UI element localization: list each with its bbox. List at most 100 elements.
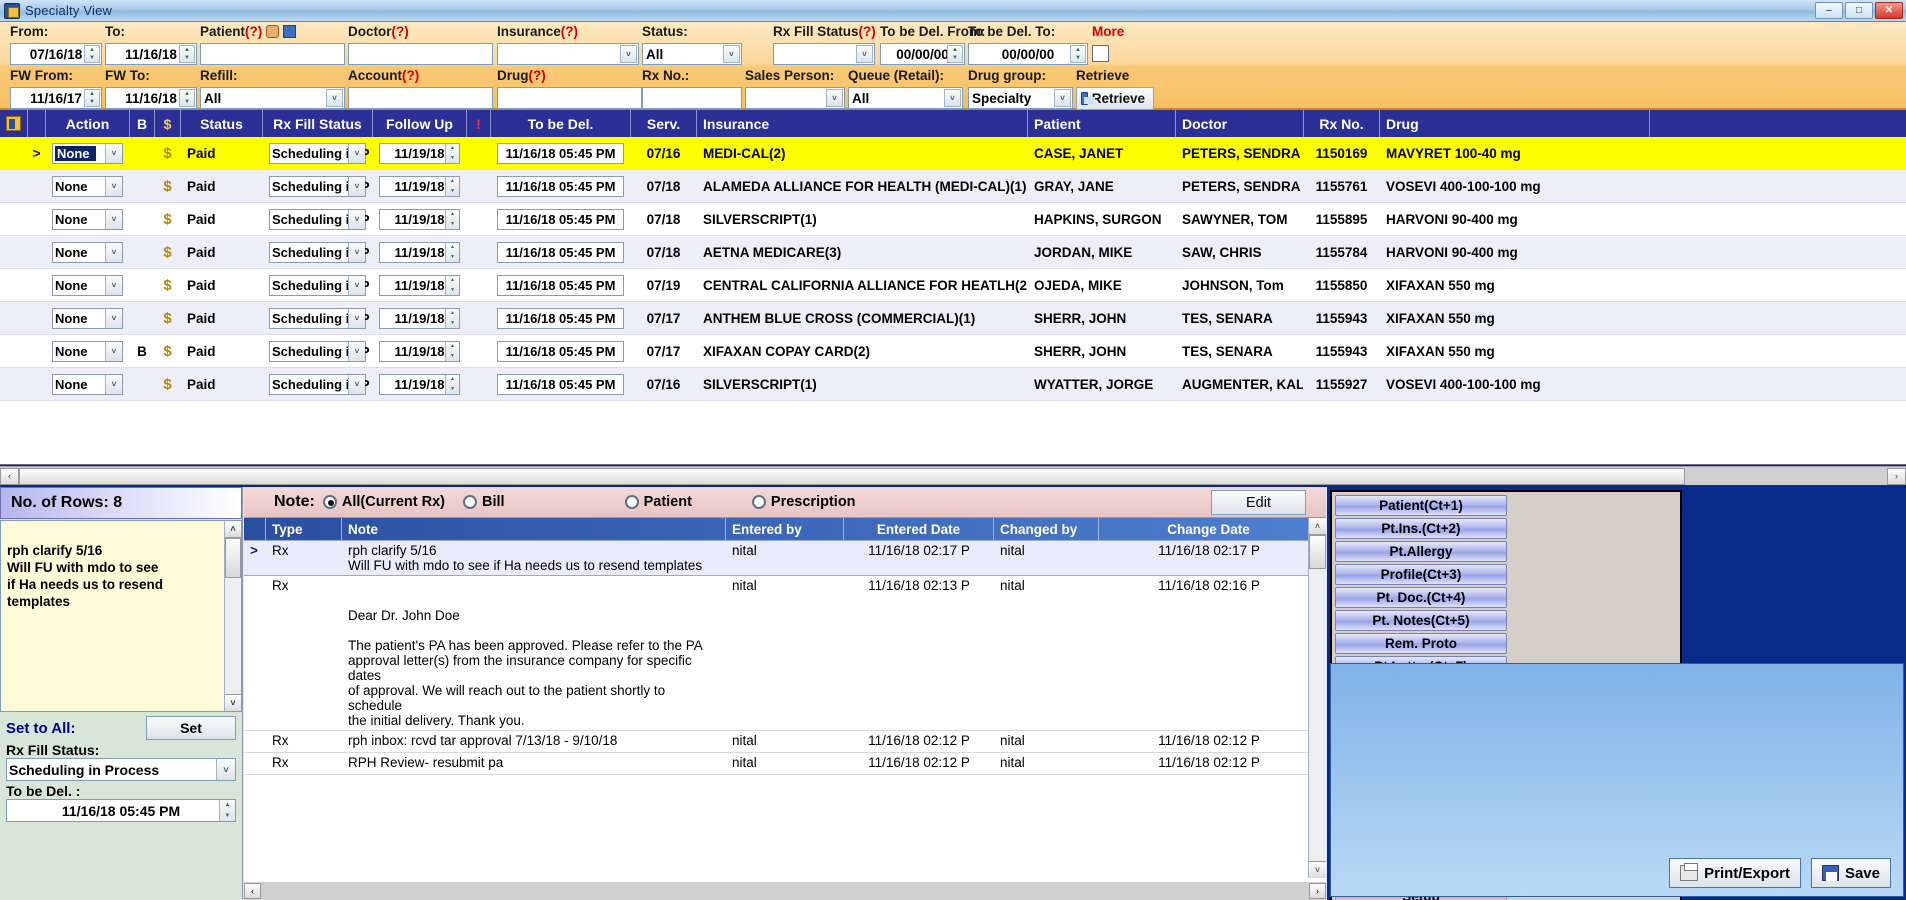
rx-fill-status-select[interactable]: Scheduling in P˅ <box>269 143 366 164</box>
spinner-icon[interactable]: ▲▼ <box>445 177 459 196</box>
to-be-del-date[interactable]: 11/16/18 05:45 PM <box>497 341 624 362</box>
spinner-icon[interactable]: ▲▼ <box>445 210 459 229</box>
action-select[interactable]: None˅ <box>52 176 123 197</box>
table-row[interactable]: None˅B$PaidScheduling in P˅11/19/18▲▼11/… <box>0 335 1906 368</box>
chevron-down-icon[interactable]: ˅ <box>348 309 365 328</box>
follow-up-date[interactable]: 11/19/18▲▼ <box>379 275 460 296</box>
to-be-del-date[interactable]: 11/16/18 05:45 PM <box>497 308 624 329</box>
rx-fill-status-select[interactable]: Scheduling in P˅ <box>269 275 366 296</box>
close-button[interactable]: ✕ <box>1875 2 1903 19</box>
grid-header-drug[interactable]: Drug <box>1380 110 1650 137</box>
radio-icon[interactable] <box>625 495 639 509</box>
to-be-del-date[interactable]: 11/16/18 05:45 PM <box>497 275 624 296</box>
follow-up-date[interactable]: 11/19/18▲▼ <box>379 341 460 362</box>
grid-header-rx-fill-status[interactable]: Rx Fill Status <box>263 110 373 137</box>
follow-up-date[interactable]: 11/19/18▲▼ <box>379 209 460 230</box>
note-filter-prescription[interactable]: Prescription <box>752 494 856 510</box>
spinner-icon[interactable]: ▲▼ <box>1070 45 1086 63</box>
note-row[interactable]: Rx Dear Dr. John Doe The patient's PA ha… <box>244 576 1326 731</box>
chevron-down-icon[interactable]: ˅ <box>105 375 122 394</box>
radio-icon[interactable] <box>463 495 477 509</box>
filter-refill-input[interactable]: All˅ <box>200 87 345 109</box>
button-pt-ins-ct2[interactable]: Pt.Ins.(Ct+2) <box>1335 518 1507 539</box>
to-be-del-date[interactable]: 11/16/18 05:45 PM <box>497 209 624 230</box>
follow-up-date[interactable]: 11/19/18▲▼ <box>379 176 460 197</box>
chevron-down-icon[interactable]: ˅ <box>105 144 122 163</box>
chevron-down-icon[interactable]: ˅ <box>105 243 122 262</box>
spinner-icon[interactable]: ▲▼ <box>445 144 459 163</box>
retrieve-button[interactable]: Retrieve <box>1076 87 1154 110</box>
table-row[interactable]: None˅$PaidScheduling in P˅11/19/18▲▼11/1… <box>0 170 1906 203</box>
maximize-button[interactable]: □ <box>1845 2 1873 19</box>
chevron-down-icon[interactable]: ˅ <box>1054 89 1071 107</box>
action-select[interactable]: None˅ <box>52 374 123 395</box>
table-row[interactable]: None˅$PaidScheduling in P˅11/19/18▲▼11/1… <box>0 236 1906 269</box>
grid-header-serv[interactable]: Serv. <box>631 110 697 137</box>
rx-fill-status-select[interactable]: Scheduling in P˅ <box>269 308 366 329</box>
rx-fill-status-select[interactable]: Scheduling in P˅ <box>269 242 366 263</box>
filter-fw-to-input[interactable]: 11/16/18▲▼ <box>105 87 197 109</box>
table-row[interactable]: None˅$PaidScheduling in P˅11/19/18▲▼11/1… <box>0 368 1906 401</box>
set-rx-fill-status-select[interactable]: Scheduling in Process ˅ <box>6 758 236 781</box>
chevron-down-icon[interactable]: ˅ <box>105 276 122 295</box>
spinner-icon[interactable]: ▲▼ <box>947 45 963 63</box>
filter-queue-retail-input[interactable]: All˅ <box>848 87 963 109</box>
filter-sales-person-input[interactable]: ˅ <box>745 87 845 109</box>
button-pt-allergy[interactable]: Pt.Allergy <box>1335 541 1507 562</box>
filter-status-input[interactable]: All˅ <box>642 43 742 65</box>
rx-fill-status-select[interactable]: Scheduling in P˅ <box>269 209 366 230</box>
filter-from-input[interactable]: 07/16/18▲▼ <box>10 43 102 65</box>
follow-up-date[interactable]: 11/19/18▲▼ <box>379 242 460 263</box>
button-profile-ct3[interactable]: Profile(Ct+3) <box>1335 564 1507 585</box>
radio-icon[interactable] <box>752 495 766 509</box>
table-row[interactable]: None˅$PaidScheduling in P˅11/19/18▲▼11/1… <box>0 302 1906 335</box>
chevron-down-icon[interactable]: ˅ <box>826 89 843 107</box>
filter-insurance-input[interactable]: ˅ <box>497 43 639 65</box>
set-button[interactable]: Set <box>146 716 236 740</box>
notes-header-change-date[interactable]: Change Date <box>1099 518 1319 540</box>
note-vertical-scrollbar[interactable]: ˄ ˅ <box>224 521 241 711</box>
spinner-icon[interactable]: ▲▼ <box>445 375 459 394</box>
chevron-down-icon[interactable]: ˅ <box>348 210 365 229</box>
action-select[interactable]: None˅ <box>52 341 123 362</box>
rx-fill-status-select[interactable]: Scheduling in P˅ <box>269 341 366 362</box>
spinner-icon[interactable]: ▲▼ <box>445 309 459 328</box>
print-export-button[interactable]: Print/Export <box>1669 858 1801 888</box>
grid-header-b[interactable]: B <box>130 110 155 137</box>
grid-header-action[interactable]: Action <box>46 110 130 137</box>
note-scroll-up-button[interactable]: ˄ <box>225 521 241 538</box>
note-filter-patient[interactable]: Patient <box>625 494 692 510</box>
note-scroll-down-button[interactable]: ˅ <box>225 694 241 711</box>
grid-header-dollar[interactable]: $ <box>155 110 181 137</box>
grid-header-status[interactable]: Status <box>181 110 263 137</box>
notes-header-type[interactable]: Type <box>266 518 342 540</box>
spinner-icon[interactable]: ▲▼ <box>445 243 459 262</box>
table-row[interactable]: None˅$PaidScheduling in P˅11/19/18▲▼11/1… <box>0 269 1906 302</box>
rx-fill-status-select[interactable]: Scheduling in P˅ <box>269 374 366 395</box>
chevron-down-icon[interactable]: ˅ <box>856 45 873 63</box>
filter-fw-from-input[interactable]: 11/16/17▲▼ <box>10 87 102 109</box>
grid-header-insurance[interactable]: Insurance <box>697 110 1028 137</box>
button-rem-proto[interactable]: Rem. Proto <box>1335 633 1507 654</box>
filter-account-input[interactable] <box>348 87 493 109</box>
follow-up-date[interactable]: 11/19/18▲▼ <box>379 143 460 164</box>
notes-scroll-left-button[interactable]: ‹ <box>244 883 261 899</box>
spinner-icon[interactable]: ▲ ▼ <box>219 800 235 821</box>
button-pt-doc-ct4[interactable]: Pt. Doc.(Ct+4) <box>1335 587 1507 608</box>
spinner-icon[interactable]: ▲▼ <box>179 45 195 63</box>
grid-header-grid-icon[interactable] <box>0 110 28 137</box>
grid-header-follow-up[interactable]: Follow Up <box>373 110 467 137</box>
filter-rx-no-input[interactable] <box>642 87 742 109</box>
filter-patient-input[interactable] <box>200 43 345 65</box>
notes-vertical-scrollbar[interactable]: ˄ ˅ <box>1308 518 1326 878</box>
chevron-down-icon[interactable]: ˅ <box>944 89 961 107</box>
chevron-down-icon[interactable]: ˅ <box>105 309 122 328</box>
notes-header-changed-by[interactable]: Changed by <box>994 518 1099 540</box>
filter-rx-fill-status-input[interactable]: ˅ <box>773 43 875 65</box>
chevron-down-icon[interactable]: ˅ <box>348 243 365 262</box>
set-to-be-del-date[interactable]: 11/16/18 05:45 PM ▲ ▼ <box>6 799 236 822</box>
scroll-right-button[interactable]: › <box>1887 468 1906 485</box>
rx-fill-status-select[interactable]: Scheduling in P˅ <box>269 176 366 197</box>
filter-doctor-input[interactable] <box>348 43 493 65</box>
filter-drug-group-input[interactable]: Specialty˅ <box>968 87 1073 109</box>
